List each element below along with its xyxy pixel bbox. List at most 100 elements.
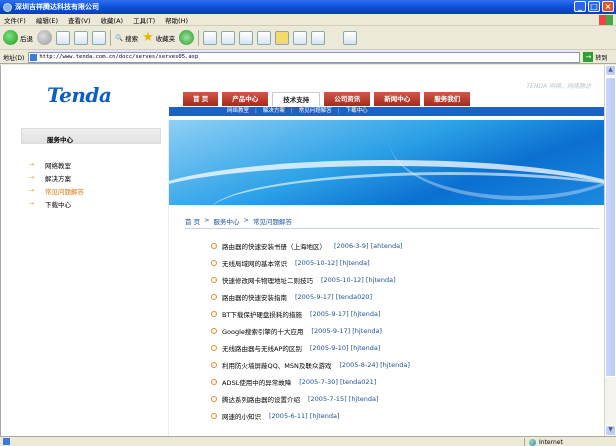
sidebar-item-faq[interactable]: → 常见问题解答 bbox=[29, 184, 161, 197]
sidebar-item-label: 网络教室 bbox=[45, 161, 71, 170]
faq-article-item[interactable]: 路由器的快速安装指南 [2005-9-17] [tenda020] bbox=[211, 288, 591, 305]
maximize-button[interactable]: □ bbox=[588, 1, 600, 12]
bullet-icon bbox=[211, 327, 217, 334]
faq-article-item[interactable]: 无线路由器与无线AP的区别 [2005-9-10] [hjtenda] bbox=[211, 339, 591, 356]
faq-article-item[interactable]: 无线局域网的基本常识 [2005-10-12] [hjtenda] bbox=[211, 254, 591, 271]
stop-icon[interactable] bbox=[56, 30, 70, 45]
menu-tools[interactable]: 工具(T) bbox=[133, 15, 155, 25]
breadcrumb-service[interactable]: 服务中心 bbox=[214, 216, 240, 226]
faq-article-item[interactable]: 利用防火墙屏蔽QQ、MSN及联众游戏 [2005-8-24] [hjtenda] bbox=[211, 356, 591, 373]
messenger-icon[interactable] bbox=[343, 30, 358, 45]
go-arrow-icon: → bbox=[583, 52, 594, 62]
arrow-icon: → bbox=[29, 187, 35, 194]
article-meta: [2005-10-12] [hjtenda] bbox=[321, 275, 396, 284]
page-status-icon bbox=[3, 438, 10, 445]
subnav-classroom[interactable]: 网络教室 bbox=[227, 107, 249, 116]
menu-favorites[interactable]: 收藏(A) bbox=[101, 15, 124, 25]
menu-view[interactable]: 查看(V) bbox=[68, 15, 91, 25]
home-icon[interactable] bbox=[92, 30, 106, 45]
sidebar-item-classroom[interactable]: → 网络教室 bbox=[29, 158, 161, 171]
window-titlebar: 深圳吉祥腾达科技有限公司 _ □ × bbox=[0, 0, 616, 14]
left-sidebar: 服务中心 → 网络教室 → 解决方案 → 常见问题解答 → 下载中心 bbox=[1, 120, 169, 436]
bullet-icon bbox=[211, 378, 217, 385]
article-title[interactable]: 路由器的快速安装指南 bbox=[222, 292, 287, 302]
zone-label: Internet bbox=[539, 438, 563, 446]
sidebar-item-download[interactable]: → 下载中心 bbox=[29, 197, 161, 210]
close-button[interactable]: × bbox=[602, 1, 614, 12]
subnav-faq[interactable]: 常见问题解答 bbox=[299, 107, 332, 116]
faq-article-item[interactable]: BT下载保护硬盘损耗的措施 [2005-9-17] [hjtenda] bbox=[211, 305, 591, 322]
status-bar: Internet bbox=[0, 436, 616, 446]
search-icon: 🔍 bbox=[115, 33, 124, 42]
article-title[interactable]: 腾达系列路由器的设置介绍 bbox=[222, 394, 300, 404]
faq-article-item[interactable]: 腾达系列路由器的设置介绍 [2005-7-15] [hjtenda] bbox=[211, 390, 591, 407]
article-title[interactable]: 快速修改网卡物理地址二则技巧 bbox=[222, 275, 313, 285]
breadcrumb-home[interactable]: 首 页 bbox=[185, 216, 200, 226]
breadcrumb-divider bbox=[185, 228, 599, 229]
mail-icon[interactable] bbox=[221, 30, 236, 45]
address-bar: 地址(D) http://www.tenda.com.cn/docc/serve… bbox=[0, 51, 616, 64]
site-header: Tenda TENDA 网络，网络腾达 首 页 产品中心 技术支持 公司资讯 新… bbox=[1, 65, 604, 120]
subnav-solutions[interactable]: 解决方案 bbox=[263, 107, 285, 116]
bullet-icon bbox=[211, 412, 217, 419]
article-title[interactable]: BT下载保护硬盘损耗的措施 bbox=[222, 309, 302, 319]
nav-company-info[interactable]: 公司资讯 bbox=[324, 92, 371, 106]
go-button[interactable]: → 转到 bbox=[583, 52, 607, 62]
sidebar-item-solutions[interactable]: → 解决方案 bbox=[29, 171, 161, 184]
nav-tech-support[interactable]: 技术支持 bbox=[272, 92, 321, 106]
browser-viewport: Tenda TENDA 网络，网络腾达 首 页 产品中心 技术支持 公司资讯 新… bbox=[0, 65, 604, 436]
scroll-up-button[interactable]: ▲ bbox=[605, 65, 616, 76]
tenda-logo[interactable]: Tenda bbox=[47, 83, 112, 107]
address-input[interactable]: http://www.tenda.com.cn/docc/serves/serv… bbox=[28, 51, 581, 63]
breadcrumb-sep: > bbox=[243, 216, 249, 224]
print-icon[interactable] bbox=[239, 30, 254, 45]
forward-button[interactable] bbox=[37, 30, 52, 45]
article-title[interactable]: Google搜索引擎的十大应用 bbox=[222, 326, 303, 336]
article-meta: [2005-8-24] [hjtenda] bbox=[339, 360, 410, 369]
word-icon[interactable] bbox=[293, 30, 308, 45]
menu-help[interactable]: 帮助(H) bbox=[165, 15, 188, 25]
nav-products[interactable]: 产品中心 bbox=[222, 92, 269, 106]
faq-article-item[interactable]: 网速的小知识 [2005-6-11] [hjtenda] bbox=[211, 407, 591, 424]
article-title[interactable]: 无线局域网的基本常识 bbox=[222, 258, 287, 268]
window-controls: _ □ × bbox=[574, 1, 614, 12]
toolbar-separator bbox=[110, 29, 111, 46]
nav-news[interactable]: 新闻中心 bbox=[374, 92, 421, 106]
article-title[interactable]: 路由器的快速安装书册（上海地区） bbox=[222, 241, 326, 251]
article-title[interactable]: 无线路由器与无线AP的区别 bbox=[222, 343, 302, 353]
nav-contact[interactable]: 服务我们 bbox=[424, 92, 471, 106]
folder-icon[interactable] bbox=[275, 30, 290, 45]
subnav-download[interactable]: 下载中心 bbox=[346, 107, 368, 116]
media-icon[interactable] bbox=[179, 30, 195, 45]
faq-article-item[interactable]: 快速修改网卡物理地址二则技巧 [2005-10-12] [hjtenda] bbox=[211, 271, 591, 288]
article-title[interactable]: 利用防火墙屏蔽QQ、MSN及联众游戏 bbox=[222, 360, 331, 370]
faq-article-item[interactable]: 路由器的快速安装书册（上海地区） [2006-3-9] [ahtenda] bbox=[211, 237, 591, 254]
article-meta: [2005-9-17] [hjtenda] bbox=[311, 326, 382, 335]
favorites-label: 收藏夹 bbox=[155, 34, 176, 43]
edit-icon[interactable] bbox=[257, 30, 272, 45]
article-title[interactable]: ADSL使用中的异常故障 bbox=[222, 377, 291, 387]
globe-icon bbox=[529, 438, 536, 446]
favorites-button[interactable]: ★ 收藏夹 bbox=[142, 30, 175, 45]
menu-file[interactable]: 文件(F) bbox=[4, 15, 26, 25]
article-meta: [2006-3-9] [ahtenda] bbox=[334, 241, 403, 250]
history-icon[interactable] bbox=[203, 30, 218, 45]
faq-article-item[interactable]: Google搜索引擎的十大应用 [2005-9-17] [hjtenda] bbox=[211, 322, 591, 339]
refresh-icon[interactable] bbox=[74, 30, 88, 45]
article-meta: [2005-9-17] [tenda020] bbox=[295, 292, 373, 301]
article-title[interactable]: 网速的小知识 bbox=[222, 411, 261, 421]
vertical-scrollbar[interactable]: ▲ ▼ bbox=[604, 65, 616, 436]
faq-article-item[interactable]: ADSL使用中的异常故障 [2005-7-30] [tenda021] bbox=[211, 373, 591, 390]
bullet-icon bbox=[211, 395, 217, 402]
scroll-down-button[interactable]: ▼ bbox=[605, 425, 616, 436]
scroll-thumb[interactable] bbox=[605, 77, 616, 377]
menu-edit[interactable]: 编辑(E) bbox=[36, 15, 58, 25]
research-icon[interactable] bbox=[311, 30, 326, 45]
minimize-button[interactable]: _ bbox=[574, 1, 586, 12]
subnav-divider: | bbox=[290, 108, 293, 114]
search-button[interactable]: 🔍 搜索 bbox=[115, 33, 138, 43]
favorites-star-icon: ★ bbox=[142, 30, 154, 45]
nav-home[interactable]: 首 页 bbox=[183, 92, 219, 106]
back-button[interactable]: 后退 bbox=[3, 30, 33, 45]
article-meta: [2005-7-30] [tenda021] bbox=[299, 377, 377, 386]
